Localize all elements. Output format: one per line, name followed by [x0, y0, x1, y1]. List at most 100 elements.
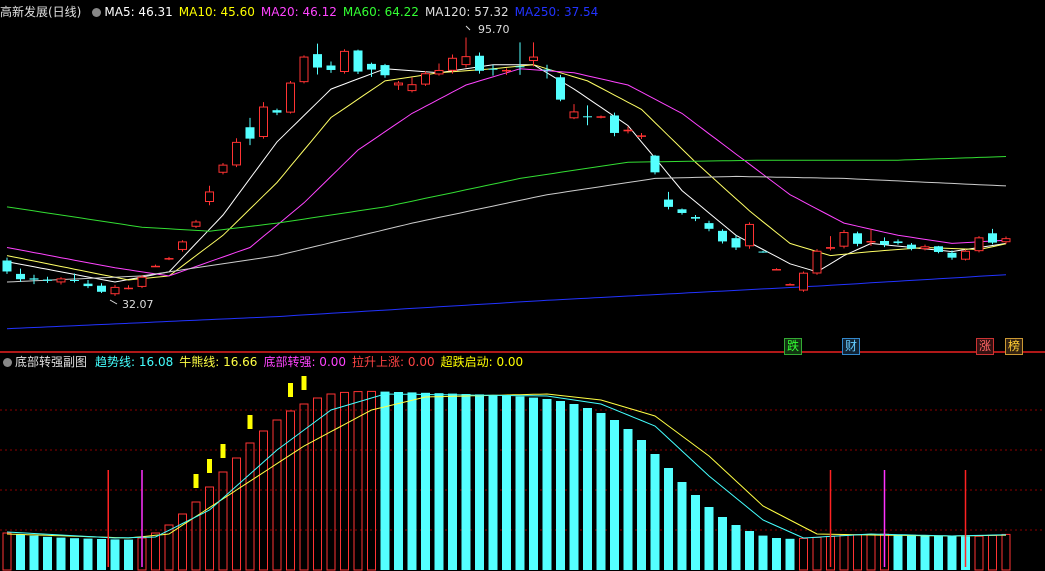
bull-bear-line-label: 牛熊线: 16.66 — [179, 355, 258, 369]
indicator-bar — [340, 391, 349, 571]
indicator-bar — [758, 535, 768, 570]
trend-line-label: 趋势线: 16.08 — [95, 355, 174, 369]
indicator-bar — [704, 507, 714, 570]
indicator-bar — [893, 534, 903, 570]
candle-body — [475, 55, 484, 71]
candle-body — [947, 252, 957, 258]
candle-body — [286, 82, 295, 113]
indicator-bar — [799, 537, 808, 571]
candle-body — [259, 106, 268, 137]
candle-body — [542, 69, 552, 71]
settings-circle-icon[interactable] — [3, 358, 12, 367]
indicator-bar — [43, 536, 52, 570]
candle-body — [596, 116, 606, 118]
indicator-bar — [56, 537, 66, 570]
candle-body — [245, 127, 255, 139]
indicator-bar — [380, 391, 390, 570]
indicator-bar — [691, 495, 700, 570]
tag-finance[interactable]: 财 — [842, 338, 861, 355]
indicator-bar — [664, 468, 673, 570]
moving-average-layer — [6, 64, 1007, 330]
candle-body — [623, 129, 633, 132]
indicator-bar — [839, 534, 849, 571]
candle-body — [988, 233, 997, 243]
indicator-bar — [677, 482, 687, 570]
candle — [826, 236, 835, 251]
lower-chart-title: 底部转强副图 — [15, 355, 88, 369]
candle — [137, 275, 147, 289]
candle — [772, 268, 781, 271]
indicator-bar — [947, 536, 957, 570]
candle — [43, 276, 52, 283]
candle-body — [461, 56, 471, 66]
candle — [16, 268, 25, 283]
settings-circle-icon[interactable] — [92, 8, 102, 17]
indicator-bar — [515, 396, 525, 570]
oversold-start-marker — [220, 444, 226, 458]
indicator-bar — [853, 534, 862, 571]
indicator-bar — [191, 501, 201, 571]
candle-body — [448, 57, 457, 71]
oversold-start-marker — [193, 474, 199, 488]
ma-line-ma20 — [6, 68, 1007, 277]
candle — [556, 74, 565, 102]
candle — [1001, 236, 1011, 244]
candle-body — [70, 280, 79, 281]
candle — [677, 208, 687, 215]
candle — [380, 63, 390, 78]
candle-body — [785, 284, 795, 286]
oversold-start-marker — [301, 376, 307, 390]
candle — [583, 105, 592, 126]
ma120-label: MA120: 57.32 — [424, 5, 509, 19]
high-price-label: 95.70 — [478, 23, 510, 36]
candle — [610, 112, 619, 137]
candle — [407, 77, 417, 93]
candle-body — [218, 164, 228, 173]
indicator-bar — [542, 399, 552, 570]
candle-body — [974, 237, 984, 252]
ma20-label: MA20: 46.12 — [260, 5, 337, 19]
candle-body — [731, 238, 741, 248]
tag-rise[interactable]: 涨 — [976, 338, 995, 355]
indicator-bar — [866, 533, 876, 571]
candle — [934, 245, 943, 254]
indicator-bar — [988, 534, 997, 571]
indicator-bar — [920, 535, 930, 570]
indicator-bar — [407, 392, 417, 570]
candle-body — [961, 250, 970, 260]
candle-body — [97, 285, 106, 292]
indicator-bar — [232, 457, 241, 571]
candle-body — [664, 199, 673, 207]
indicator-bar — [259, 430, 268, 571]
candle — [664, 191, 673, 210]
candle — [205, 185, 214, 206]
candle — [893, 239, 903, 245]
indicator-bar — [124, 539, 133, 570]
candle — [704, 220, 714, 232]
candle — [853, 231, 862, 247]
indicator-bar — [488, 395, 498, 570]
candle-body — [110, 286, 120, 295]
candle — [151, 264, 160, 268]
candle-body — [677, 209, 687, 213]
tag-fall[interactable]: 跌 — [784, 338, 803, 355]
bottom-strength-label: 底部转强: 0.00 — [263, 355, 347, 369]
candle — [596, 115, 606, 119]
tag-ranking[interactable]: 榜 — [1005, 338, 1024, 355]
indicator-bar — [569, 404, 579, 570]
candle — [272, 108, 282, 116]
indicator-bar — [785, 538, 795, 570]
high-label-group: 95.70 — [465, 23, 510, 36]
indicator-bar — [110, 539, 120, 570]
candle-body — [907, 244, 916, 249]
candle — [97, 283, 106, 293]
candle-body — [745, 223, 754, 247]
candle-body — [434, 69, 444, 75]
candle — [569, 104, 579, 120]
candle-body — [299, 56, 309, 83]
candle — [326, 61, 336, 73]
indicator-bar — [16, 534, 25, 570]
candle — [529, 42, 538, 67]
candle-body — [191, 221, 201, 227]
candle — [124, 285, 133, 290]
